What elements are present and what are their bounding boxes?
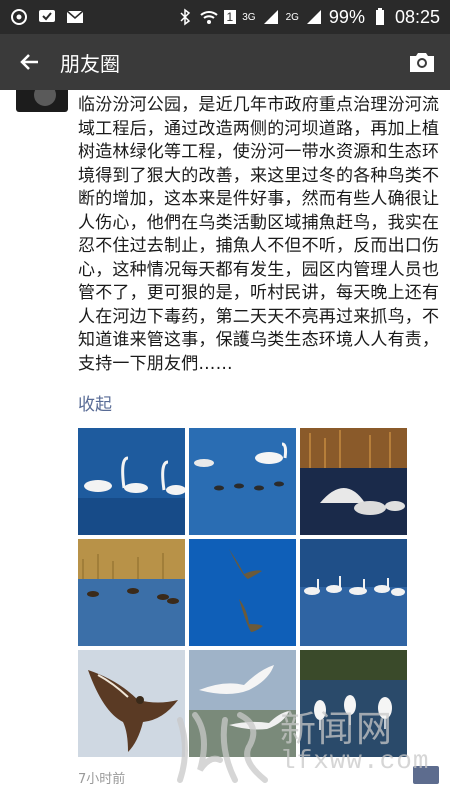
photo-thumbnail-2[interactable] (189, 428, 296, 535)
comment-button[interactable] (413, 766, 439, 784)
photo-thumbnail-1[interactable] (78, 428, 185, 535)
status-bar: 1 3G 2G 99% 08:25 (0, 0, 450, 34)
moments-feed[interactable]: 临汾汾河公园，是近几年市政府重点治理汾河流域工程后，通过改造两侧的河坝道路，再加… (0, 90, 450, 800)
arrow-left-icon (20, 54, 38, 70)
signal-2-icon (306, 10, 321, 24)
post-text: 临汾汾河公园，是近几年市政府重点治理汾河流域工程后，通过改造两侧的河坝道路，再加… (78, 95, 440, 374)
photo-thumbnail-6[interactable] (300, 539, 407, 646)
egrets-wetland-photo (300, 650, 407, 757)
back-button[interactable] (0, 34, 60, 90)
network-2g-label: 2G (285, 11, 299, 23)
photo-thumbnail-9[interactable] (300, 650, 407, 757)
swans-ducks-photo (189, 428, 296, 535)
photo-thumbnail-5[interactable] (189, 539, 296, 646)
battery-percent: 99% (328, 6, 365, 27)
photo-thumbnail-4[interactable] (78, 539, 185, 646)
photo-thumbnail-7[interactable] (78, 650, 185, 757)
photo-grid (78, 428, 408, 757)
bird-of-prey-photo (78, 650, 185, 757)
photo-thumbnail-8[interactable] (189, 650, 296, 757)
avatar[interactable] (16, 90, 68, 112)
signal-icon (263, 10, 278, 24)
mail-icon (66, 10, 84, 23)
bluetooth-icon (180, 8, 190, 26)
camera-button[interactable] (394, 34, 450, 90)
sim-badge: 1 (223, 10, 237, 24)
camera-icon (410, 53, 434, 72)
chat-check-icon (39, 10, 55, 22)
flying-egrets-photo (189, 650, 296, 757)
clock: 08:25 (394, 6, 440, 27)
flying-ducks-photo (189, 539, 296, 646)
swans-reeds-photo (300, 428, 407, 535)
app-bar: 朋友圈 (0, 34, 450, 90)
swan-flock-photo (300, 539, 407, 646)
sync-icon (11, 9, 27, 25)
battery-icon (375, 8, 384, 25)
network-3g-label: 3G (242, 11, 256, 23)
swans-photo (78, 428, 185, 535)
wifi-icon (199, 11, 218, 24)
page-title: 朋友圈 (60, 51, 120, 76)
ducks-grass-photo (78, 539, 185, 646)
photo-thumbnail-3[interactable] (300, 428, 407, 535)
collapse-link[interactable]: 收起 (78, 390, 112, 415)
post-timestamp: 7小时前 (78, 772, 126, 787)
